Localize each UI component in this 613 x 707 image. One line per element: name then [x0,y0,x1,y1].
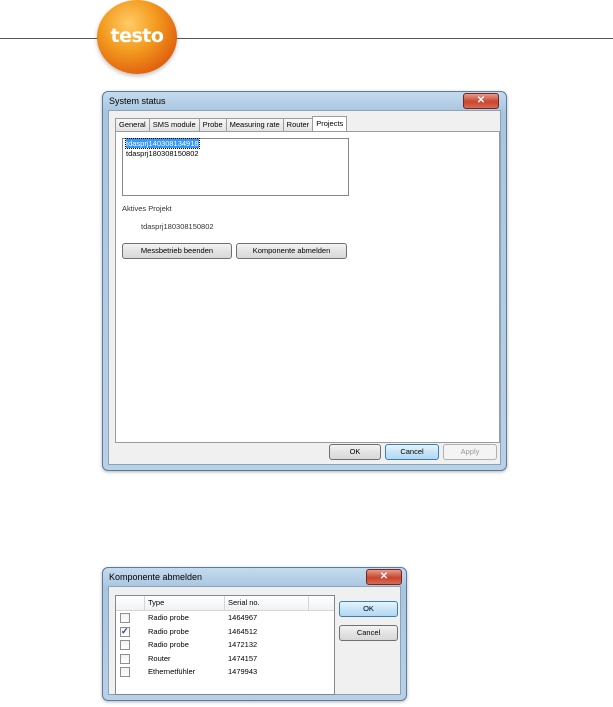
row-checkbox[interactable] [120,625,130,638]
table-row[interactable]: Radio probe 1464967 [116,611,334,625]
tab-general[interactable]: General [115,118,150,131]
serial-cell: 1479943 [228,667,258,676]
project-name: tdasprj140308134918 [125,138,200,149]
testo-logo: testo [97,0,177,74]
window-client: General SMS module Probe Measuring rate … [108,110,501,465]
active-project-label: Aktives Projekt [122,204,172,213]
table-header: Type Serial no. [116,596,334,611]
dialog-title: Komponente abmelden [109,572,203,582]
end-measurement-button[interactable]: Messbetrieb beenden [122,243,232,259]
type-cell: Ethernetfühler [148,667,196,676]
select-cell [116,652,145,666]
dialog-client: Type Serial no. Radio probe 1464967 Radi… [108,586,401,695]
select-cell [116,665,145,679]
dialog-ok-button[interactable]: OK [339,601,398,617]
type-cell: Router [148,653,171,663]
logo-text: testo [110,25,164,47]
row-checkbox[interactable] [120,640,130,650]
select-cell [116,625,145,638]
tab-projects[interactable]: Projects [312,116,348,131]
column-type: Type [145,596,225,610]
dialog-close-button[interactable]: ✕ [366,569,402,585]
apply-button[interactable]: Apply [443,444,497,460]
type-cell: Radio probe [148,613,189,622]
tab-router[interactable]: Router [282,118,314,131]
projects-panel: tdasprj140308134918 tdasprj180308150802 … [115,131,500,443]
window-title: System status [109,96,166,106]
dialog-cancel-button[interactable]: Cancel [339,625,398,641]
type-cell: Radio probe [148,626,189,636]
table-row[interactable]: Router 1474157 [116,652,334,666]
system-status-window: System status ✕ General SMS module Probe… [102,91,507,471]
tab-probe[interactable]: Probe [198,118,227,131]
serial-cell: 1464512 [228,626,258,636]
active-project-value: tdasprj180308150802 [141,222,214,231]
header-rule-left [0,38,100,39]
row-checkbox[interactable] [120,653,130,664]
project-list-item[interactable]: tdasprj180308150802 [123,149,348,159]
tab-measuring-rate[interactable]: Measuring rate [225,118,284,131]
unregister-dialog: Komponente abmelden ✕ Type Serial no. Ra… [102,567,407,701]
cancel-button[interactable]: Cancel [385,444,439,460]
select-cell [116,638,145,652]
tab-sms-module[interactable]: SMS module [148,118,200,131]
column-extra [309,596,334,610]
ok-button[interactable]: OK [329,444,381,460]
component-table: Type Serial no. Radio probe 1464967 Radi… [115,595,335,695]
project-list[interactable]: tdasprj140308134918 tdasprj180308150802 [122,138,349,196]
unregister-component-button[interactable]: Komponente abmelden [236,243,347,259]
header-rule-right [175,38,613,39]
serial-cell: 1464967 [228,613,258,622]
row-checkbox[interactable] [120,667,130,677]
serial-cell: 1474157 [228,653,258,663]
table-row[interactable]: Radio probe 1464512 [116,625,334,638]
select-cell [116,611,145,625]
column-select [116,596,145,610]
close-button[interactable]: ✕ [463,93,499,109]
project-name: tdasprj180308150802 [126,149,199,158]
tab-strip: General SMS module Probe Measuring rate … [115,116,348,131]
row-checkbox[interactable] [120,613,130,623]
type-cell: Radio probe [148,640,189,649]
table-row[interactable]: Ethernetfühler 1479943 [116,665,334,679]
column-serial: Serial no. [225,596,309,610]
project-list-item[interactable]: tdasprj140308134918 [123,138,348,149]
serial-cell: 1472132 [228,640,258,649]
table-row[interactable]: Radio probe 1472132 [116,638,334,652]
